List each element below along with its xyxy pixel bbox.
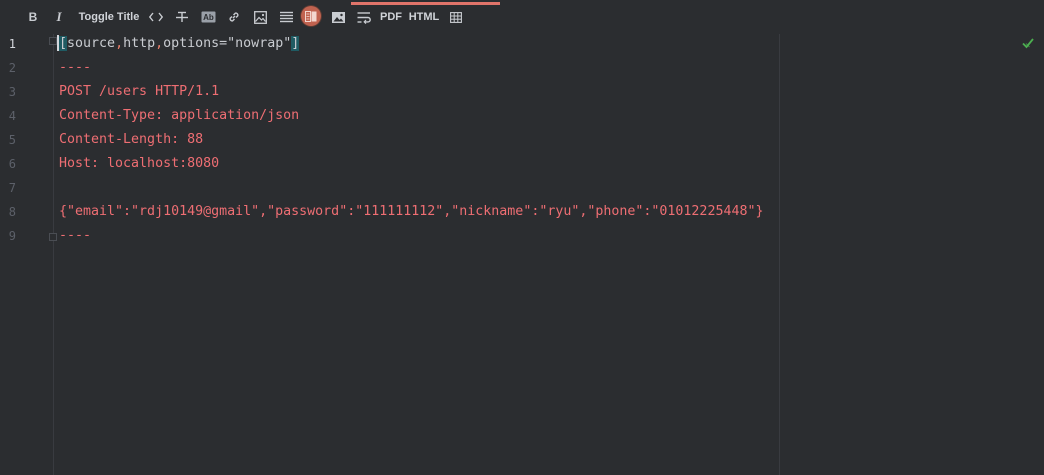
token-comma: , bbox=[155, 36, 164, 51]
code-text: [source,http,options="nowrap"] bbox=[57, 32, 300, 56]
preview-toggle-icon bbox=[305, 10, 317, 22]
strikethrough-button[interactable] bbox=[174, 9, 190, 25]
code-text: Content-Type: application/json bbox=[59, 108, 300, 123]
line-number: 2 bbox=[8, 61, 16, 75]
fold-marker-icon[interactable] bbox=[49, 37, 57, 45]
token-options: options="nowrap" bbox=[163, 36, 292, 51]
fold-marker-icon[interactable] bbox=[49, 233, 57, 241]
line-number: 1 bbox=[8, 37, 16, 51]
code-button[interactable] bbox=[148, 9, 164, 25]
code-text: POST /users HTTP/1.1 bbox=[59, 84, 220, 99]
html-button[interactable]: HTML bbox=[408, 9, 440, 25]
ab-icon: Ab bbox=[201, 11, 215, 23]
check-icon[interactable] bbox=[1021, 36, 1035, 50]
code-text: Host: localhost:8080 bbox=[59, 156, 220, 171]
editor-line[interactable]: 1 [source,http,options="nowrap"] bbox=[0, 32, 1044, 56]
editor-line[interactable]: 2 ---- bbox=[0, 56, 1044, 80]
line-number: 5 bbox=[8, 133, 16, 147]
editor-line[interactable]: 4 Content-Type: application/json bbox=[0, 104, 1044, 128]
token-http: http bbox=[123, 36, 156, 51]
editor-line[interactable]: 3 POST /users HTTP/1.1 bbox=[0, 80, 1044, 104]
image-icon bbox=[253, 10, 267, 24]
italic-icon: I bbox=[56, 9, 62, 24]
close-bracket: ] bbox=[291, 36, 300, 51]
italic-button[interactable]: I bbox=[52, 9, 66, 25]
editor-line[interactable]: 8 {"email":"rdj10149@gmail","password":"… bbox=[0, 200, 1044, 224]
editor-line[interactable]: 9 ---- bbox=[0, 224, 1044, 248]
editor-line[interactable]: 5 Content-Length: 88 bbox=[0, 128, 1044, 152]
table-icon bbox=[450, 11, 462, 23]
asciidoc-editor-window: B I Toggle Title Ab PDF HTML 1 [source,h… bbox=[0, 0, 1044, 475]
code-editor[interactable]: 1 [source,http,options="nowrap"] 2 ---- … bbox=[0, 34, 1044, 475]
code-text: {"email":"rdj10149@gmail","password":"11… bbox=[59, 204, 764, 219]
active-tab-indicator bbox=[351, 2, 500, 5]
token-comma: , bbox=[115, 36, 124, 51]
strikethrough-icon bbox=[176, 11, 188, 22]
editor-line[interactable]: 6 Host: localhost:8080 bbox=[0, 152, 1044, 176]
line-number: 9 bbox=[8, 229, 16, 243]
list-icon bbox=[279, 11, 293, 23]
bold-button[interactable]: B bbox=[26, 9, 40, 25]
table-button[interactable] bbox=[448, 9, 464, 25]
list-button[interactable] bbox=[278, 9, 294, 25]
svg-text:Ab: Ab bbox=[203, 13, 214, 22]
line-number: 6 bbox=[8, 157, 16, 171]
code-text: ---- bbox=[59, 60, 92, 75]
editor-line[interactable]: 7 bbox=[0, 176, 1044, 200]
line-number: 8 bbox=[8, 205, 16, 219]
link-icon bbox=[229, 12, 239, 22]
picture-button[interactable] bbox=[330, 9, 346, 25]
token-source: source bbox=[67, 36, 116, 51]
editor-toolbar: B I Toggle Title Ab PDF HTML bbox=[0, 0, 1044, 34]
bold-icon: B bbox=[28, 10, 38, 24]
picture-icon bbox=[331, 11, 345, 23]
wrap-icon bbox=[357, 11, 371, 24]
ab-button[interactable]: Ab bbox=[200, 9, 216, 25]
image-button[interactable] bbox=[252, 9, 268, 25]
pdf-button[interactable]: PDF bbox=[380, 9, 402, 25]
line-number: 3 bbox=[8, 85, 16, 99]
preview-toggle-button[interactable] bbox=[301, 6, 321, 26]
toggle-title-button[interactable]: Toggle Title bbox=[76, 9, 142, 25]
soft-wrap-button[interactable] bbox=[356, 9, 372, 25]
open-bracket: [ bbox=[59, 36, 68, 51]
line-number: 4 bbox=[8, 109, 16, 123]
line-number: 7 bbox=[8, 181, 16, 195]
link-button[interactable] bbox=[226, 9, 242, 25]
code-text: ---- bbox=[59, 228, 92, 243]
code-icon bbox=[149, 12, 163, 22]
code-text: Content-Length: 88 bbox=[59, 132, 204, 147]
